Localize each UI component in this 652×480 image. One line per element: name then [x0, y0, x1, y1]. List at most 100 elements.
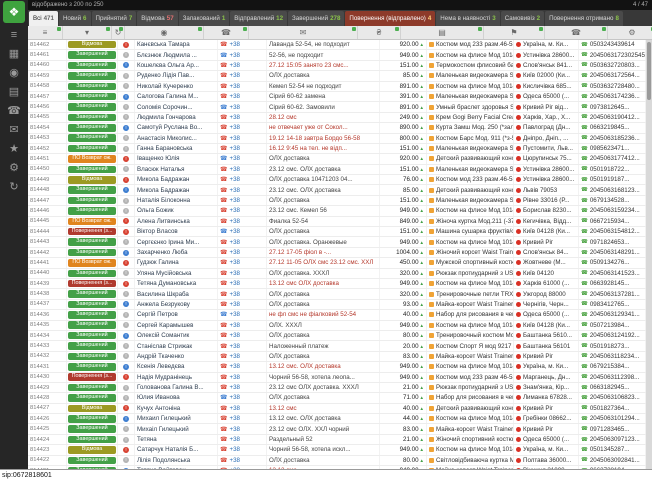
client-name[interactable]: Наталія Білоконна — [135, 196, 218, 205]
call-icon[interactable]: ☎ — [220, 280, 227, 287]
phone-cell[interactable]: ☎ +38 — [218, 50, 267, 59]
delivery-cell[interactable]: Кривий Ріг — [514, 424, 579, 433]
tracking-phone-cell[interactable]: ☎ 2045063106823... — [579, 393, 646, 402]
tracking-phone-cell[interactable]: ☎ 2045063172302545 — [579, 50, 646, 59]
delivery-cell[interactable]: Україна, м. Ки... — [514, 40, 579, 49]
column-header-delivery[interactable]: ⚑ — [484, 26, 545, 39]
product-cell[interactable]: Костюм на флисе Мод 1014 (-1... — [427, 237, 514, 246]
client-name[interactable]: Тетяна Думановська — [135, 279, 218, 288]
tracking-phone-cell[interactable]: ☎ 0501345287... — [579, 445, 646, 454]
product-cell[interactable]: Рюкзак протиударний з USB *-4... — [427, 269, 514, 278]
info-cell[interactable]: ! — [118, 321, 135, 330]
info-cell[interactable]: ! — [118, 92, 135, 101]
order-status-cell[interactable]: Завершений — [67, 185, 118, 194]
call-icon[interactable]: ☎ — [220, 291, 227, 298]
product-cell[interactable]: Костюм на флисе Мод 1014 (-1... — [427, 445, 514, 454]
product-cell[interactable]: Жіночий корсет Waist Trainer *-14... — [427, 248, 514, 257]
delivery-cell[interactable]: Ужгород 88000 — [514, 289, 579, 298]
order-note[interactable]: Сірий 60-62. Замовили — [267, 102, 380, 111]
product-cell[interactable]: Костюм на флисе Мод 1014 (-1... — [427, 414, 514, 423]
order-note[interactable]: ОЛХ доставка — [267, 300, 380, 309]
info-cell[interactable]: ! — [118, 102, 135, 111]
table-row[interactable]: 814462 Відмова ! Канєвська Тамара ☎ +38 … — [28, 40, 646, 50]
delivery-cell[interactable]: Кривий Ріг — [514, 237, 579, 246]
product-cell[interactable]: Майка-корсет Waist Trainer *-10... — [427, 352, 514, 361]
product-cell[interactable]: Маленькая видеокамера SQ8 *... — [427, 196, 514, 205]
table-row[interactable]: 814442 Завершений ! Захарченко Люба ☎ +3… — [28, 248, 646, 258]
tab-status-0[interactable]: Всі471 — [29, 11, 58, 26]
client-name[interactable]: Анжела Безрукову — [135, 300, 218, 309]
order-note[interactable]: ОЛХ доставка 10471203 04... — [267, 175, 380, 184]
order-status-cell[interactable]: Завершений — [67, 269, 118, 278]
info-cell[interactable]: ! — [118, 61, 135, 70]
call-icon[interactable]: ☎ — [220, 332, 227, 339]
product-cell[interactable]: Костюм мод 233 разм 46-58 (1... — [427, 373, 514, 382]
client-name[interactable]: Людмила Гончарова — [135, 113, 218, 122]
info-cell[interactable]: ! — [118, 258, 135, 267]
info-cell[interactable]: ! — [118, 237, 135, 246]
order-note[interactable]: 23.12 смс ОЛХ доставка. ХХХЛ — [267, 383, 380, 392]
delivery-cell[interactable]: Кегичівка, Відд... — [514, 217, 579, 226]
call-icon[interactable]: ☎ — [220, 197, 227, 204]
call-icon[interactable]: ☎ — [220, 446, 227, 453]
call-icon[interactable]: ☎ — [220, 415, 227, 422]
phone-cell[interactable]: ☎ +38 — [218, 424, 267, 433]
order-note[interactable]: ОЛХ. ХХХЛ — [267, 321, 380, 330]
phone-cell[interactable]: ☎ +38 — [218, 237, 267, 246]
order-status-cell[interactable]: Завершений — [67, 71, 118, 80]
info-cell[interactable]: ! — [118, 123, 135, 132]
table-row[interactable]: 814454 Завершений ! Самотуй Руслана Во..… — [28, 123, 646, 133]
delivery-cell[interactable]: Одеса 65000 (... — [514, 92, 579, 101]
product-cell[interactable]: Детский развивающий констру... — [427, 404, 514, 413]
client-name[interactable]: Ольга Божик — [135, 206, 218, 215]
tracking-phone-cell[interactable]: ☎ 0501827364... — [579, 404, 646, 413]
client-name[interactable]: Віктор Власов — [135, 227, 218, 236]
order-note[interactable]: ОЛХ доставка — [267, 227, 380, 236]
client-name[interactable]: Андрій Ткаченко — [135, 352, 218, 361]
tracking-phone-cell[interactable]: ☎ 2045063112398... — [579, 373, 646, 382]
order-note[interactable]: ОЛХ доставка — [267, 393, 380, 402]
info-cell[interactable]: ! — [118, 435, 135, 444]
table-row[interactable]: 814455 Завершений ! Людмила Гончарова ☎ … — [28, 113, 646, 123]
product-cell[interactable]: Набор для рисования в чемода... — [427, 393, 514, 402]
tracking-phone-cell[interactable]: ☎ 2045063141523... — [579, 269, 646, 278]
table-row[interactable]: 814424 Завершений ! Тетяна ☎ +38 Раздель… — [28, 435, 646, 445]
column-header-comment[interactable]: ✉ — [249, 26, 358, 39]
product-cell[interactable]: Маленькая видеокамера SQ8 *... — [427, 71, 514, 80]
order-status-cell[interactable]: Завершений — [67, 92, 118, 101]
client-name[interactable]: Блєзнюк Людмила ... — [135, 50, 218, 59]
client-name[interactable]: Канєвська Тамара — [135, 40, 218, 49]
client-name[interactable]: Василина Шкраба — [135, 289, 218, 298]
clients-icon[interactable]: ◉ — [0, 66, 28, 80]
order-status-cell[interactable]: Завершений — [67, 50, 118, 59]
table-row[interactable]: 814461 Завершений ! Блєзнюк Людмила ... … — [28, 50, 646, 60]
product-cell[interactable]: Жіноча куртка Мод.211 (-377 зн... — [427, 217, 514, 226]
client-name[interactable]: Микола Бадражан — [135, 185, 218, 194]
phone-cell[interactable]: ☎ +38 — [218, 154, 267, 163]
column-header-row-menu[interactable]: ≡ — [28, 26, 63, 39]
phone-cell[interactable]: ☎ +38 — [218, 445, 267, 454]
client-name[interactable]: Салогова Галина М... — [135, 92, 218, 101]
table-row[interactable]: 814423 Відмова ! Сатарчук Наталія Б... ☎… — [28, 445, 646, 455]
info-cell[interactable]: ! — [118, 393, 135, 402]
product-cell[interactable]: Рюкзак протиударний з USB *-4... — [427, 383, 514, 392]
delivery-cell[interactable]: Харків, Хар., Х... — [514, 113, 579, 122]
call-icon[interactable]: ☎ — [220, 228, 227, 235]
info-cell[interactable]: ! — [118, 217, 135, 226]
order-status-cell[interactable]: Завершений — [67, 310, 118, 319]
phone-cell[interactable]: ☎ +38 — [218, 206, 267, 215]
table-row[interactable]: 814440 Завершений ! Уляна Мусійовська ☎ … — [28, 269, 646, 279]
info-cell[interactable]: ! — [118, 40, 135, 49]
product-cell[interactable]: Костюм на флисе Мод 1014 (-1... — [427, 206, 514, 215]
order-status-cell[interactable]: Відмова — [67, 404, 118, 413]
table-row[interactable]: 814441 ПО Возврат ож. ! Гудзюк Галина ☎ … — [28, 258, 646, 268]
table-row[interactable]: 814450 Завершений ! Власюк Наталья ☎ +38… — [28, 165, 646, 175]
tracking-phone-cell[interactable]: ☎ 2045063154812... — [579, 227, 646, 236]
tab-status-2[interactable]: Прийнятий7 — [92, 11, 137, 26]
call-icon[interactable]: ☎ — [220, 311, 227, 318]
call-icon[interactable]: ☎ — [220, 259, 227, 266]
info-cell[interactable]: ! — [118, 352, 135, 361]
table-row[interactable]: 814422 Завершений ! Лілія Подолянська ☎ … — [28, 456, 646, 466]
tracking-phone-cell[interactable]: ☎ 0503243439614 — [579, 40, 646, 49]
order-status-cell[interactable]: Завершений — [67, 352, 118, 361]
